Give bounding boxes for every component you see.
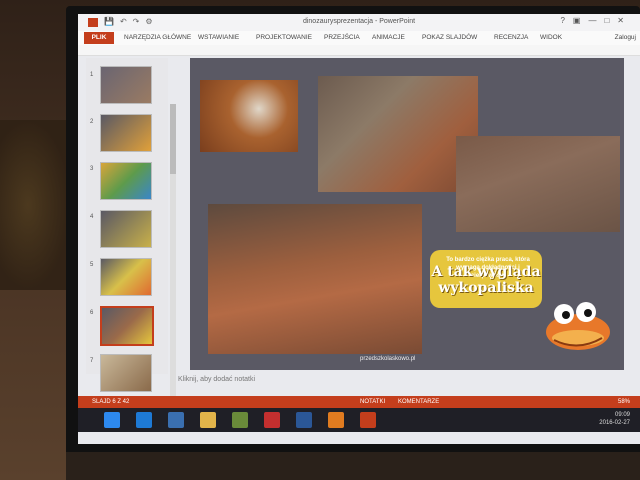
thumbnails-scrollbar[interactable]	[170, 104, 176, 416]
thumb-number: 1	[90, 72, 94, 78]
windows-taskbar: 09:09 2016-02-27	[78, 408, 640, 432]
slide-thumbnail-2[interactable]	[100, 114, 152, 152]
excavation-photo-3	[456, 136, 620, 232]
slide-thumbnail-1[interactable]	[100, 66, 152, 104]
login-link[interactable]: Zaloguj	[615, 34, 636, 41]
firefox-icon[interactable]	[328, 412, 344, 428]
speech-bubble: To bardzo ciężka praca, która wymaga dok…	[430, 250, 542, 308]
slide-thumbnail-6-selected[interactable]	[100, 306, 154, 346]
bubble-title: A tak wygląda wykopaliska	[431, 264, 541, 296]
slide-thumbnail-7[interactable]	[100, 354, 152, 392]
tab-animations[interactable]: ANIMACJE	[372, 34, 405, 41]
file-explorer-icon[interactable]	[200, 412, 216, 428]
photo-credit: przedszkolaskowo.pl	[360, 356, 416, 362]
tab-home[interactable]: NARZĘDZIA GŁÓWNE	[124, 34, 191, 41]
status-bar: SLAJD 6 Z 42 NOTATKI KOMENTARZE 58%	[78, 396, 640, 408]
slide-thumbnail-3[interactable]	[100, 162, 152, 200]
thumb-number: 7	[90, 358, 94, 364]
tab-design[interactable]: PROJEKTOWANIE	[256, 34, 312, 41]
slide-thumbnail-5[interactable]	[100, 258, 152, 296]
notes-button[interactable]: NOTATKI	[360, 399, 385, 405]
notes-pane[interactable]: Kliknij, aby dodać notatki	[178, 376, 624, 392]
tab-slideshow[interactable]: POKAZ SLAJDÓW	[422, 34, 477, 41]
clock-time: 09:09	[614, 412, 630, 418]
tab-transitions[interactable]: PRZEJŚCIA	[324, 34, 360, 41]
word-icon[interactable]	[296, 412, 312, 428]
store-icon[interactable]	[168, 412, 184, 428]
plant-background	[0, 120, 70, 290]
slide-thumbnails-pane: 1 2 3 4 5 6 7	[86, 58, 176, 416]
title-bar: 💾↶↷⚙ dinozaurysprezentacja - PowerPoint …	[78, 14, 640, 31]
window-controls[interactable]: ?▣—□✕	[560, 16, 632, 25]
power-icon[interactable]	[264, 412, 280, 428]
powerpoint-taskbar-icon[interactable]	[360, 412, 376, 428]
thumb-number: 2	[90, 119, 94, 125]
thumb-number: 5	[90, 262, 94, 268]
tab-file[interactable]: PLIK	[84, 32, 114, 44]
comments-button[interactable]: KOMENTARZE	[398, 399, 439, 405]
clock-date: 2016-02-27	[599, 420, 630, 426]
start-icon[interactable]	[104, 412, 120, 428]
monitor-bezel	[66, 452, 640, 480]
system-clock[interactable]: 09:09 2016-02-27	[599, 411, 630, 427]
excavation-photo-2	[318, 76, 478, 192]
ribbon-body	[78, 45, 640, 56]
ribbon-tabs: PLIK NARZĘDZIA GŁÓWNE WSTAWIANIE PROJEKT…	[78, 31, 640, 46]
tab-insert[interactable]: WSTAWIANIE	[198, 34, 239, 41]
dinosaur-cartoon-icon	[546, 302, 610, 350]
excavation-photo-4	[208, 204, 422, 354]
tab-view[interactable]: WIDOK	[540, 34, 562, 41]
scrollbar-thumb[interactable]	[170, 104, 176, 174]
excavation-photo-1	[200, 80, 298, 152]
thumb-number: 4	[90, 214, 94, 220]
thumb-number: 3	[90, 166, 94, 172]
slide-thumbnail-4[interactable]	[100, 210, 152, 248]
window-title: dinozaurysprezentacja - PowerPoint	[302, 18, 416, 25]
tab-review[interactable]: RECENZJA	[494, 34, 528, 41]
slide-canvas[interactable]: przedszkolaskowo.pl To bardzo ciężka pra…	[190, 58, 624, 370]
zoom-level[interactable]: 58%	[618, 399, 630, 405]
powerpoint-window: 💾↶↷⚙ dinozaurysprezentacja - PowerPoint …	[78, 14, 640, 444]
thumb-number: 6	[90, 310, 94, 316]
media-icon[interactable]	[232, 412, 248, 428]
slide-counter: SLAJD 6 Z 42	[92, 399, 130, 405]
ie-browser-icon[interactable]	[136, 412, 152, 428]
